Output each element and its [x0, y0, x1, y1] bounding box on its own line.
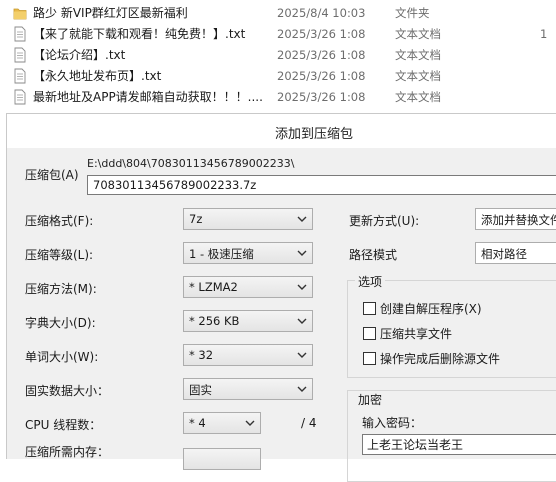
level-value: 1 - 极速压缩 [189, 247, 254, 261]
memory-select[interactable] [183, 448, 261, 470]
file-type: 文本文档 [395, 69, 441, 83]
chevron-down-icon [297, 318, 307, 324]
word-size-select[interactable]: * 32 [183, 344, 313, 366]
update-mode-value: 添加并替换文件 [481, 213, 556, 227]
chevron-down-icon [297, 250, 307, 256]
method-value: * LZMA2 [189, 280, 238, 294]
dialog-titlebar[interactable]: 添加到压缩包 [7, 114, 556, 148]
chevron-down-icon [297, 284, 307, 290]
file-date: 2025/3/26 1:08 [277, 69, 366, 83]
cpu-threads-max: / 4 [301, 416, 317, 430]
file-size: 1 [540, 27, 548, 41]
file-name: 【来了就能下载和观看！纯免费！】.txt [33, 27, 246, 41]
dialog-title: 添加到压缩包 [275, 127, 354, 142]
file-name: 【永久地址发布页】.txt [33, 69, 162, 83]
text-file-icon [14, 89, 26, 105]
chevron-down-icon [297, 352, 307, 358]
dict-size-value: * 256 KB [189, 314, 240, 328]
folder-icon [13, 8, 27, 20]
shared-files-label[interactable]: 压缩共享文件 [380, 325, 452, 342]
file-type: 文本文档 [395, 48, 441, 62]
chevron-down-icon [297, 386, 307, 392]
file-type: 文本文档 [395, 90, 441, 104]
file-row-folder[interactable]: 路少 新VIP群红灯区最新福利 2025/8/4 10:03 文件夹 [0, 3, 556, 23]
file-date: 2025/3/26 1:08 [277, 48, 366, 62]
cpu-threads-value: * 4 [189, 416, 206, 430]
archive-label: 压缩包(A) [25, 168, 79, 182]
sfx-label[interactable]: 创建自解压程序(X) [380, 300, 482, 317]
path-mode-select[interactable]: 相对路径 [475, 242, 556, 264]
cpu-threads-select[interactable]: * 4 [183, 412, 261, 434]
file-type: 文本文档 [395, 27, 441, 41]
chevron-down-icon [297, 216, 307, 222]
solid-size-select[interactable]: 固实 [183, 378, 313, 400]
text-file-icon [14, 26, 26, 42]
dict-size-select[interactable]: * 256 KB [183, 310, 313, 332]
dict-size-label: 字典大小(D): [25, 316, 96, 330]
file-row-txt[interactable]: 最新地址及APP请发邮箱自动获取！！！.... 2025/3/26 1:08 文… [0, 87, 556, 107]
add-to-archive-dialog: 添加到压缩包 压缩包(A) E:\ddd\804\708301134567890… [6, 113, 556, 482]
method-select[interactable]: * LZMA2 [183, 276, 313, 298]
file-list: 路少 新VIP群红灯区最新福利 2025/8/4 10:03 文件夹 【来了就能… [0, 0, 556, 112]
word-size-value: * 32 [189, 348, 214, 362]
file-row-txt[interactable]: 【论坛介绍】.txt 2025/3/26 1:08 文本文档 [0, 45, 556, 65]
method-label: 压缩方法(M): [25, 282, 97, 296]
update-mode-select[interactable]: 添加并替换文件 [475, 208, 556, 230]
format-value: 7z [189, 212, 203, 226]
level-select[interactable]: 1 - 极速压缩 [183, 242, 313, 264]
file-date: 2025/8/4 10:03 [277, 6, 366, 20]
level-label: 压缩等级(L): [25, 248, 94, 262]
file-row-txt[interactable]: 【来了就能下载和观看！纯免费！】.txt 2025/3/26 1:08 文本文档… [0, 24, 556, 44]
update-mode-label: 更新方式(U): [349, 214, 420, 228]
file-name: 最新地址及APP请发邮箱自动获取！！！.... [33, 90, 263, 104]
sfx-checkbox[interactable] [363, 302, 376, 315]
delete-after-checkbox[interactable] [363, 352, 376, 365]
archive-path: E:\ddd\804\70830113456789002233\ [87, 157, 295, 170]
solid-size-label: 固实数据大小： [25, 384, 110, 398]
chevron-down-icon [245, 420, 255, 426]
format-label: 压缩格式(F): [25, 214, 94, 228]
file-date: 2025/3/26 1:08 [277, 27, 366, 41]
shared-files-checkbox[interactable] [363, 327, 376, 340]
options-title: 选项 [355, 273, 386, 290]
path-mode-label: 路径模式 [349, 248, 398, 262]
cpu-threads-label: CPU 线程数： [25, 418, 102, 432]
file-name: 路少 新VIP群红灯区最新福利 [33, 6, 188, 20]
password-label: 输入密码： [362, 416, 423, 430]
file-date: 2025/3/26 1:08 [277, 90, 366, 104]
file-type: 文件夹 [395, 6, 430, 20]
file-name: 【论坛介绍】.txt [33, 48, 126, 62]
format-select[interactable]: 7z [183, 208, 313, 230]
delete-after-label[interactable]: 操作完成后删除源文件 [380, 350, 500, 367]
path-mode-value: 相对路径 [481, 247, 527, 261]
text-file-icon [14, 68, 26, 84]
encryption-title: 加密 [355, 391, 386, 408]
archive-name-input[interactable] [87, 175, 556, 195]
word-size-label: 单词大小(W): [25, 350, 99, 364]
solid-size-value: 固实 [189, 383, 212, 397]
text-file-icon [14, 47, 26, 63]
file-row-txt[interactable]: 【永久地址发布页】.txt 2025/3/26 1:08 文本文档 [0, 66, 556, 86]
